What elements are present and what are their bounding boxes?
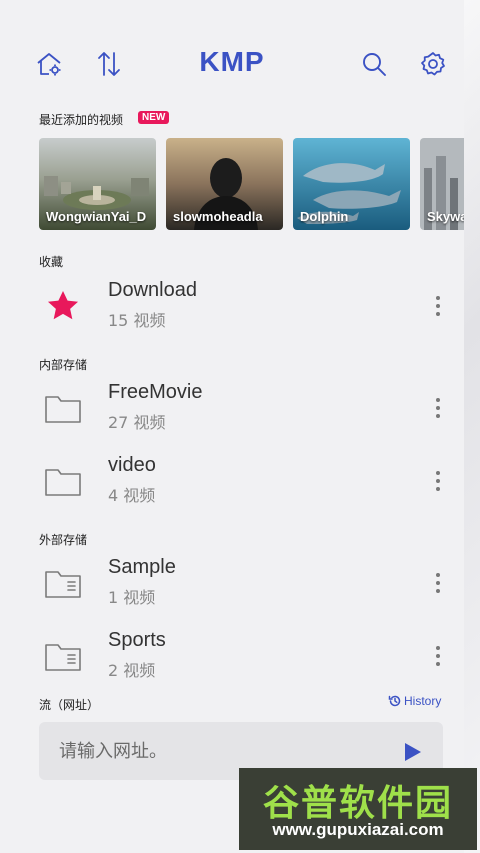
recent-section-title: 最近添加的视频 — [39, 113, 124, 127]
recent-video-thumb[interactable]: slowmoheadla — [166, 138, 283, 230]
more-options-icon[interactable] — [426, 391, 450, 425]
url-input[interactable] — [59, 737, 389, 765]
folder-count: 2 视频 — [108, 661, 156, 680]
folder-name: video — [108, 454, 156, 476]
more-options-icon[interactable] — [426, 289, 450, 323]
history-label: History — [404, 694, 442, 708]
recent-video-thumb[interactable]: Skyway — [420, 138, 464, 230]
recent-video-thumb[interactable]: Dolphin — [293, 138, 410, 230]
history-icon — [388, 695, 401, 707]
folder-icon — [42, 387, 84, 429]
watermark-logo: 谷普软件园 www.gupuxiazai.com — [239, 768, 477, 850]
history-link[interactable]: History — [388, 694, 441, 708]
search-icon[interactable] — [358, 48, 390, 80]
more-options-icon[interactable] — [426, 639, 450, 673]
folder-count: 4 视频 — [108, 486, 156, 505]
folder-row-freemovie[interactable]: FreeMovie 27 视频 — [0, 375, 464, 441]
star-icon — [42, 285, 84, 327]
recent-video-label: slowmoheadla — [173, 209, 263, 224]
recent-video-label: Dolphin — [300, 209, 349, 224]
recent-video-label: Skyway — [427, 209, 464, 224]
folder-count: 27 视频 — [108, 413, 166, 432]
folder-row-download[interactable]: Download 15 视频 — [0, 273, 464, 339]
gear-icon[interactable] — [417, 48, 449, 80]
internal-storage-section-title: 内部存储 — [39, 358, 88, 372]
recent-video-label: WongwianYai_D — [46, 209, 147, 224]
folder-icon — [42, 460, 84, 502]
sd-folder-icon — [42, 562, 84, 604]
more-options-icon[interactable] — [426, 464, 450, 498]
folder-row-video[interactable]: video 4 视频 — [0, 448, 464, 514]
play-send-button[interactable] — [399, 738, 427, 766]
sd-folder-icon — [42, 635, 84, 677]
new-badge: NEW — [138, 111, 170, 124]
folder-name: Download — [108, 279, 197, 301]
app-logo: KMP — [199, 46, 265, 77]
play-icon — [405, 743, 421, 761]
folder-count: 1 视频 — [108, 588, 156, 607]
favorites-section-title: 收藏 — [39, 255, 64, 269]
stream-section-title: 流（网址） — [39, 698, 100, 712]
watermark-chinese: 谷普软件园 — [262, 783, 453, 824]
folder-count: 15 视频 — [108, 311, 166, 330]
more-options-icon[interactable] — [426, 566, 450, 600]
folder-name: Sports — [108, 629, 166, 651]
folder-row-sports[interactable]: Sports 2 视频 — [0, 623, 464, 689]
folder-row-sample[interactable]: Sample 1 视频 — [0, 550, 464, 616]
watermark-url: www.gupuxiazai.com — [272, 820, 444, 839]
external-storage-section-title: 外部存储 — [39, 533, 88, 547]
folder-name: FreeMovie — [108, 381, 203, 403]
app-window: KMP 最近添加的视频 NEW WongwianYai_D slowmohead… — [0, 0, 464, 853]
recent-video-thumb[interactable]: WongwianYai_D — [39, 138, 156, 230]
recent-videos-strip[interactable]: WongwianYai_D slowmoheadla Dolphin Skywa — [39, 138, 464, 230]
top-bar: KMP — [0, 40, 464, 90]
folder-name: Sample — [108, 556, 176, 578]
